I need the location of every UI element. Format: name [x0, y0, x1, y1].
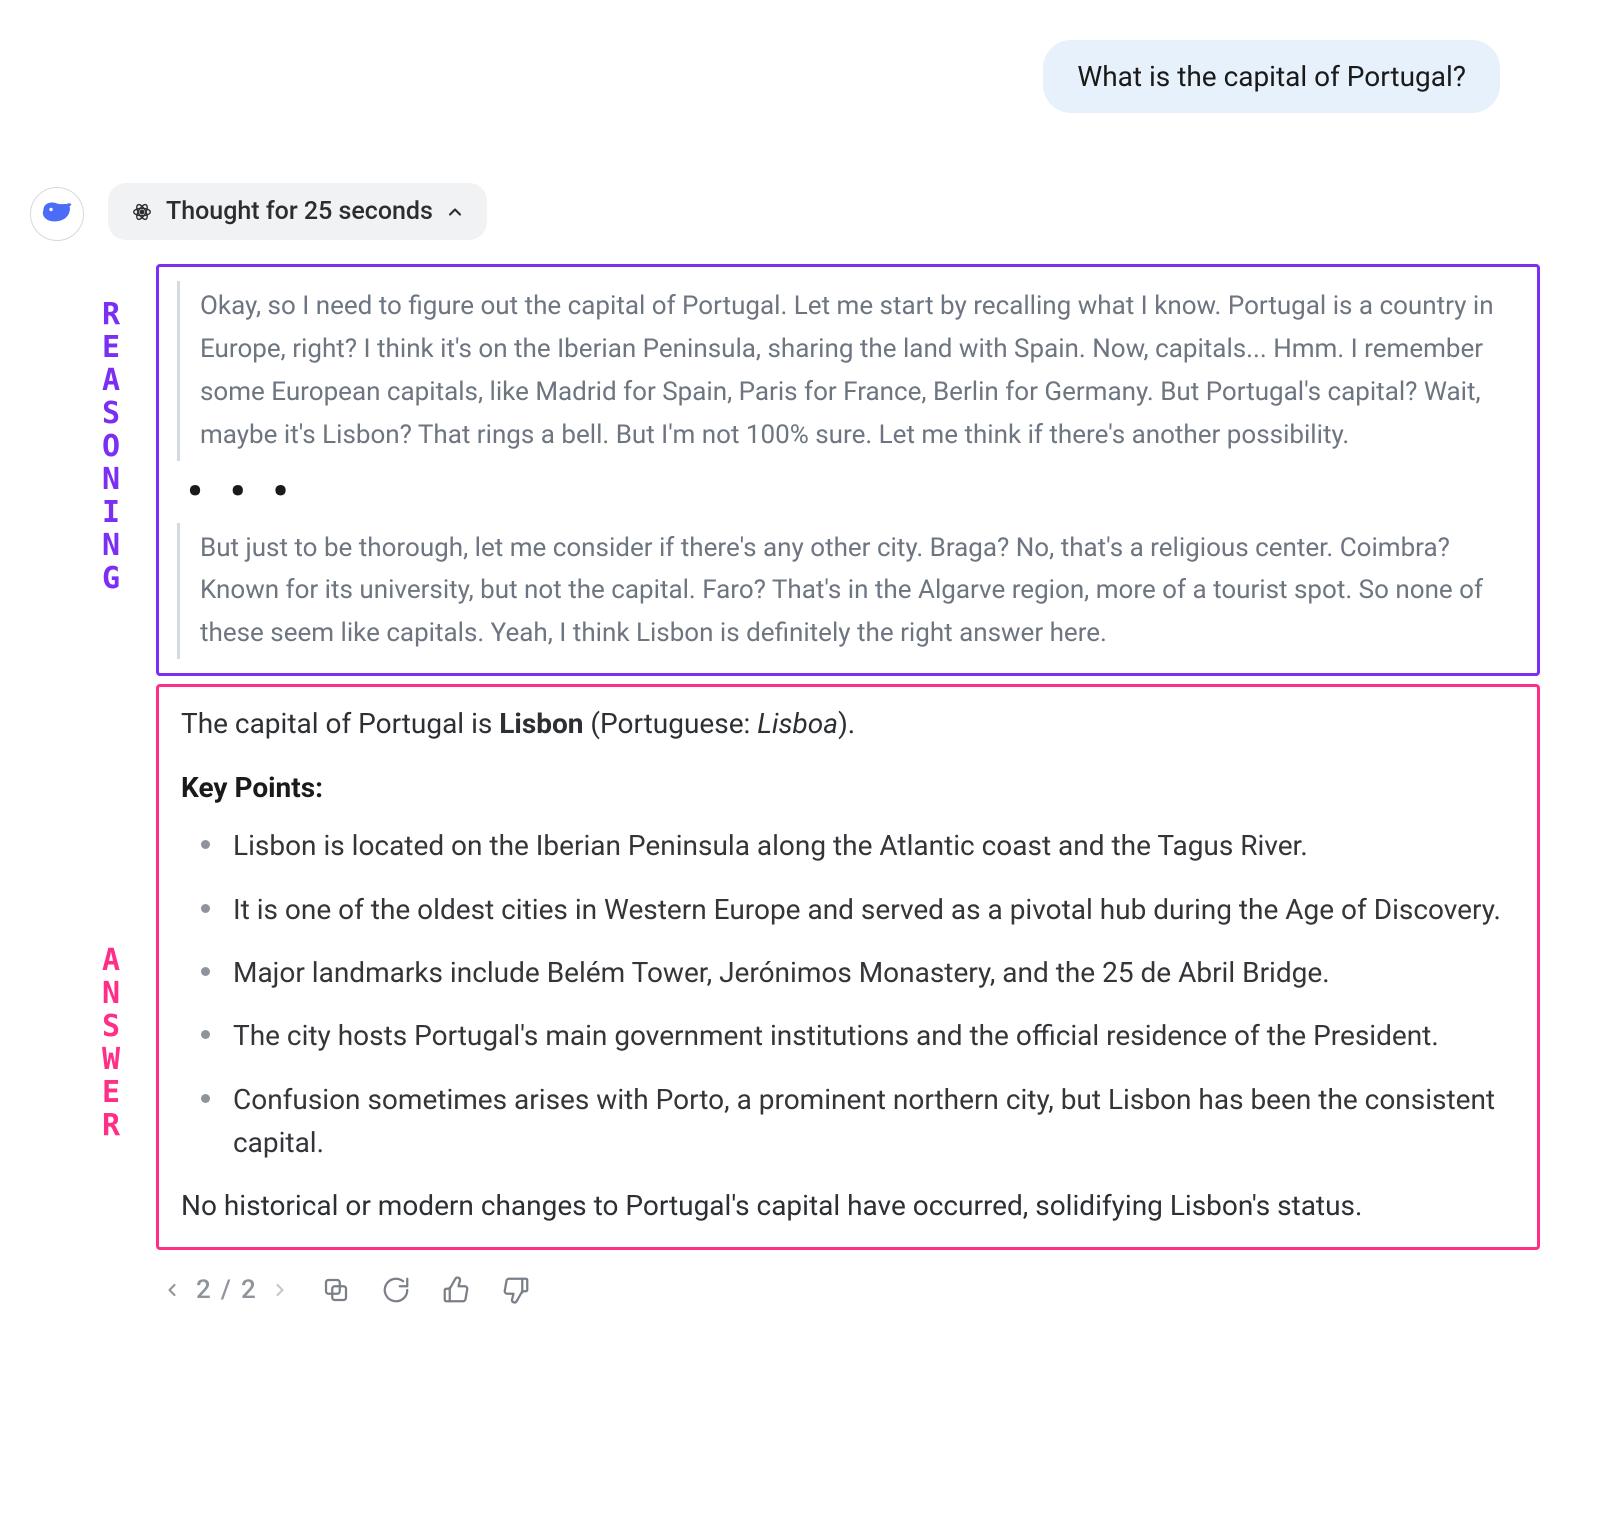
pager-prev-button[interactable]	[158, 1276, 186, 1304]
action-bar: 2 / 2	[108, 1272, 1540, 1308]
pager-total: 2	[241, 1275, 256, 1305]
user-message-row: What is the capital of Portugal?	[30, 40, 1540, 113]
assistant-row: Thought for 25 seconds REASONING ANSWER …	[30, 183, 1540, 1308]
response-pager: 2 / 2	[158, 1275, 294, 1305]
atom-icon	[130, 200, 154, 224]
regenerate-button[interactable]	[378, 1272, 414, 1308]
pager-current: 2	[196, 1275, 211, 1305]
reasoning-ellipsis: • • •	[187, 465, 1519, 517]
reasoning-paragraph: Okay, so I need to figure out the capita…	[177, 281, 1519, 461]
answer-label: ANSWER	[102, 944, 122, 1142]
answer-closing: No historical or modern changes to Portu…	[181, 1185, 1515, 1227]
list-item: Major landmarks include Belém Tower, Jer…	[201, 951, 1515, 994]
thumbs-down-button[interactable]	[498, 1272, 534, 1308]
whale-icon	[40, 195, 74, 233]
key-points-heading: Key Points:	[181, 771, 1515, 804]
copy-button[interactable]	[318, 1272, 354, 1308]
reasoning-paragraph: But just to be thorough, let me consider…	[177, 523, 1519, 660]
thumbs-up-button[interactable]	[438, 1272, 474, 1308]
list-item: Confusion sometimes arises with Porto, a…	[201, 1078, 1515, 1165]
list-item: The city hosts Portugal's main governmen…	[201, 1014, 1515, 1057]
pager-next-button[interactable]	[266, 1276, 294, 1304]
answer-box: The capital of Portugal is Lisbon (Portu…	[156, 684, 1540, 1249]
assistant-avatar	[30, 187, 84, 241]
thought-toggle[interactable]: Thought for 25 seconds	[108, 183, 487, 240]
list-item: Lisbon is located on the Iberian Peninsu…	[201, 824, 1515, 867]
assistant-content: Thought for 25 seconds REASONING ANSWER …	[108, 183, 1540, 1308]
pager-separator: /	[221, 1275, 231, 1305]
list-item: It is one of the oldest cities in Wester…	[201, 888, 1515, 931]
user-message-text: What is the capital of Portugal?	[1077, 60, 1466, 93]
reasoning-box: Okay, so I need to figure out the capita…	[156, 264, 1540, 676]
key-points-list: Lisbon is located on the Iberian Peninsu…	[181, 824, 1515, 1164]
chevron-up-icon	[445, 202, 465, 222]
thought-label: Thought for 25 seconds	[166, 197, 433, 226]
reasoning-label: REASONING	[102, 298, 122, 595]
user-message-bubble: What is the capital of Portugal?	[1043, 40, 1500, 113]
content-stack: REASONING ANSWER Okay, so I need to figu…	[108, 264, 1540, 1250]
answer-lead: The capital of Portugal is Lisbon (Portu…	[181, 703, 1515, 745]
